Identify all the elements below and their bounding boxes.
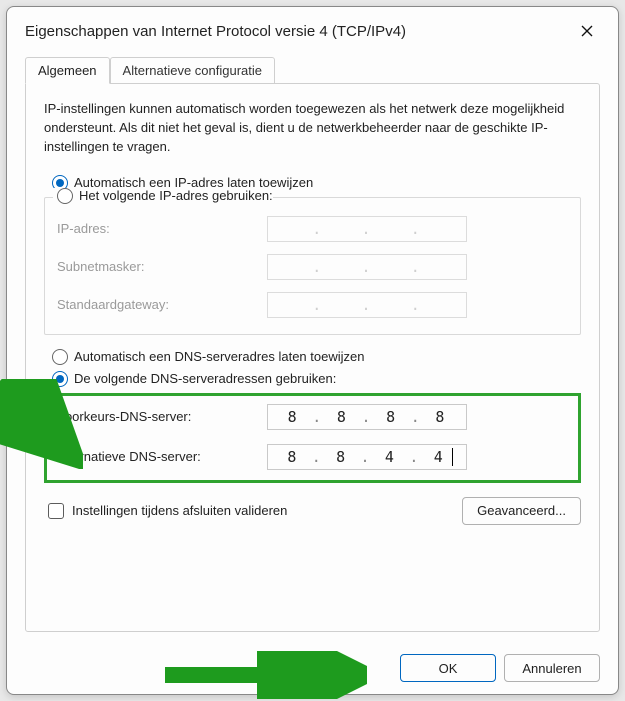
input-alternate-dns[interactable]: 8. 8. 4. 4 — [267, 444, 467, 470]
ok-button[interactable]: OK — [400, 654, 496, 682]
ip-octet: 8 — [281, 408, 305, 426]
input-subnet-mask[interactable]: . . . — [267, 254, 467, 280]
tab-panel-general: IP-instellingen kunnen automatisch worde… — [25, 83, 600, 632]
ip-manual-group: Het volgende IP-adres gebruiken: IP-adre… — [44, 197, 581, 335]
close-icon — [581, 25, 593, 37]
ip-octet: 4 — [378, 448, 402, 466]
input-preferred-dns[interactable]: 8. 8. 8. 8 — [267, 404, 467, 430]
checkbox-validate-label: Instellingen tijdens afsluiten valideren — [72, 503, 287, 518]
close-button[interactable] — [570, 17, 604, 45]
radio-ip-manual[interactable]: Het volgende IP-adres gebruiken: — [53, 188, 273, 204]
ip-octet: 8 — [281, 448, 305, 466]
field-default-gateway: Standaardgateway: . . . — [57, 286, 568, 324]
intro-text: IP-instellingen kunnen automatisch worde… — [44, 100, 581, 157]
radio-dns-manual-label: De volgende DNS-serveradressen gebruiken… — [74, 371, 336, 386]
dialog-window: Eigenschappen van Internet Protocol vers… — [6, 6, 619, 695]
ip-octet: 8 — [330, 408, 354, 426]
input-ip-address[interactable]: . . . — [267, 216, 467, 242]
radio-icon — [52, 371, 68, 387]
field-ip-address: IP-adres: . . . — [57, 210, 568, 248]
dialog-body: Algemeen Alternatieve configuratie IP-in… — [7, 53, 618, 642]
ip-octet: 8 — [429, 408, 453, 426]
checkbox-icon — [48, 503, 64, 519]
radio-icon — [52, 349, 68, 365]
advanced-button[interactable]: Geavanceerd... — [462, 497, 581, 525]
ip-octet: 8 — [330, 448, 354, 466]
radio-dns-auto-label: Automatisch een DNS-serveradres laten to… — [74, 349, 364, 364]
field-preferred-dns: Voorkeurs-DNS-server: 8. 8. 8. 8 — [57, 402, 568, 432]
tab-general[interactable]: Algemeen — [25, 57, 110, 84]
dns-fields-group: Voorkeurs-DNS-server: 8. 8. 8. 8 Alterna… — [44, 393, 581, 483]
checkbox-validate-on-exit[interactable]: Instellingen tijdens afsluiten valideren — [48, 503, 287, 519]
field-label-ip: IP-adres: — [57, 221, 267, 236]
field-label-mask: Subnetmasker: — [57, 259, 267, 274]
tab-alternative-config[interactable]: Alternatieve configuratie — [110, 57, 275, 84]
radio-ip-manual-label: Het volgende IP-adres gebruiken: — [79, 188, 273, 203]
ip-octet: 8 — [380, 408, 404, 426]
cancel-button[interactable]: Annuleren — [504, 654, 600, 682]
field-alternate-dns: Alternatieve DNS-server: 8. 8. 4. 4 — [57, 442, 568, 472]
text-cursor — [452, 448, 453, 466]
tabs: Algemeen Alternatieve configuratie — [25, 57, 600, 84]
panel-bottom-row: Instellingen tijdens afsluiten valideren… — [44, 497, 581, 525]
radio-dns-auto[interactable]: Automatisch een DNS-serveradres laten to… — [52, 349, 581, 365]
input-default-gateway[interactable]: . . . — [267, 292, 467, 318]
radio-icon — [57, 188, 73, 204]
ip-octet: 4 — [427, 448, 451, 466]
field-label-gateway: Standaardgateway: — [57, 297, 267, 312]
field-label-preferred-dns: Voorkeurs-DNS-server: — [57, 409, 267, 424]
field-subnet-mask: Subnetmasker: . . . — [57, 248, 568, 286]
radio-dns-manual[interactable]: De volgende DNS-serveradressen gebruiken… — [52, 371, 581, 387]
field-label-alternate-dns: Alternatieve DNS-server: — [57, 449, 267, 464]
titlebar: Eigenschappen van Internet Protocol vers… — [7, 7, 618, 53]
window-title: Eigenschappen van Internet Protocol vers… — [25, 23, 406, 40]
dialog-buttons: OK Annuleren — [7, 642, 618, 694]
